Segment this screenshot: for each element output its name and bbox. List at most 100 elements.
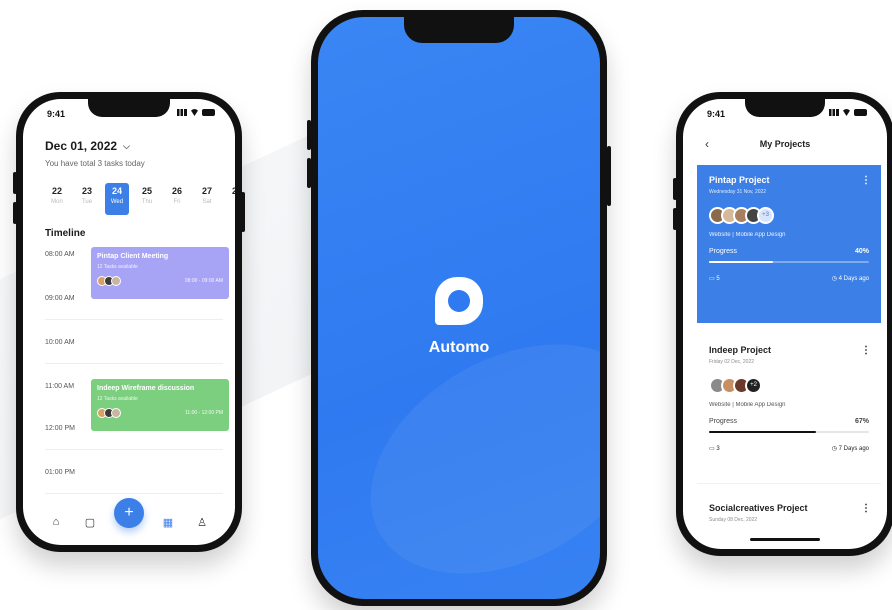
day-25[interactable]: 25 Thu bbox=[135, 183, 159, 215]
splash-phone: Automo bbox=[307, 10, 611, 606]
progress-label: Progress bbox=[709, 418, 738, 425]
signal-icon bbox=[177, 109, 187, 116]
home-icon[interactable]: ⌂ bbox=[46, 516, 66, 528]
comment-count: 5 bbox=[716, 276, 720, 282]
volume-button bbox=[13, 172, 17, 194]
extra-members-count: +3 bbox=[757, 207, 774, 224]
comments: ▭ 3 bbox=[709, 445, 720, 452]
add-task-button[interactable]: + bbox=[114, 498, 144, 528]
event-card[interactable]: Pintap Client Meeting 12 Tasks available… bbox=[91, 247, 229, 299]
day-24-selected[interactable]: 24 Wed bbox=[105, 183, 129, 215]
calendar-header: Dec 01, 2022 ⌵ You have total 3 tasks to… bbox=[45, 139, 145, 168]
event-title: Indeep Wireframe discussion bbox=[97, 385, 195, 392]
attendee-avatars bbox=[97, 408, 121, 418]
day-27[interactable]: 27 Sat bbox=[195, 183, 219, 215]
bottom-nav: ⌂ ▢ + ▦ ♙ bbox=[23, 498, 235, 545]
battery-icon bbox=[854, 109, 867, 116]
status-icons bbox=[177, 109, 215, 116]
status-time: 9:41 bbox=[707, 109, 726, 119]
timeline-divider bbox=[45, 493, 223, 494]
progress-fill bbox=[709, 431, 817, 433]
time-label: 08:00 AM bbox=[45, 251, 75, 258]
date-selector[interactable]: Dec 01, 2022 ⌵ bbox=[45, 139, 145, 153]
project-category: Website | Mobile App Design bbox=[709, 232, 786, 238]
time-label: 11:00 AM bbox=[45, 383, 75, 390]
wifi-icon bbox=[842, 109, 851, 116]
page-title: My Projects bbox=[759, 139, 811, 149]
project-card[interactable]: Indeep Project Friday 02 Dec, 2022 ⋮ +2 … bbox=[697, 335, 881, 462]
event-time: 08:00 - 09:00 AM bbox=[184, 278, 223, 284]
progress-bar bbox=[709, 261, 869, 263]
projects-screen: 9:41 ‹ My Projects Pintap Project Wednes… bbox=[683, 99, 887, 549]
timeline-title: Timeline bbox=[45, 228, 86, 239]
status-time: 9:41 bbox=[47, 109, 66, 119]
time-label: 12:00 PM bbox=[45, 425, 75, 432]
event-subtitle: 12 Tasks available bbox=[97, 396, 138, 402]
task-count-text: You have total 3 tasks today bbox=[45, 159, 145, 168]
notch bbox=[745, 99, 825, 117]
more-options-icon[interactable]: ⋮ bbox=[861, 345, 871, 356]
clock-icon: ◷ bbox=[831, 276, 837, 282]
member-avatars: +3 bbox=[709, 207, 869, 224]
time-label: 09:00 AM bbox=[45, 295, 75, 302]
week-strip: 22Mon 23Tue 24Wed 25Thu 26Fri 27Sat 28 bbox=[45, 183, 235, 215]
notch bbox=[88, 99, 170, 117]
project-date: Friday 02 Dec, 2022 bbox=[709, 359, 755, 365]
time-label: 01:00 PM bbox=[45, 469, 75, 476]
project-category: Website | Mobile App Design bbox=[709, 402, 786, 408]
time-ago-text: 7 Days ago bbox=[838, 446, 869, 452]
profile-icon[interactable]: ♙ bbox=[192, 516, 212, 529]
event-time: 11:00 - 12:00 PM bbox=[185, 410, 223, 416]
current-date: Dec 01, 2022 bbox=[45, 139, 118, 153]
chevron-down-icon[interactable]: ⌵ bbox=[123, 141, 130, 152]
time-label: 10:00 AM bbox=[45, 339, 75, 346]
more-options-icon[interactable]: ⋮ bbox=[861, 503, 871, 514]
calendar-phone: 9:41 Dec 01, 2022 ⌵ You have total 3 tas… bbox=[13, 92, 245, 552]
project-name: Pintap Project bbox=[709, 175, 770, 185]
tasks-icon[interactable]: ▢ bbox=[80, 516, 100, 529]
day-28[interactable]: 28 bbox=[225, 183, 235, 215]
comment-count: 3 bbox=[716, 446, 720, 452]
volume-button bbox=[673, 178, 677, 200]
project-date: Sunday 08 Dec, 2022 bbox=[709, 517, 758, 523]
attendee-avatars bbox=[97, 276, 121, 286]
signal-icon bbox=[829, 109, 839, 116]
logo-hole bbox=[448, 290, 470, 312]
home-indicator bbox=[750, 538, 820, 541]
progress-label: Progress bbox=[709, 248, 738, 255]
comments: ▭ 5 bbox=[709, 275, 720, 282]
timeline-divider bbox=[45, 449, 223, 450]
event-subtitle: 12 Tasks available bbox=[97, 264, 138, 270]
timeline-divider bbox=[45, 319, 223, 320]
project-card[interactable]: Socialcreatives Project Sunday 08 Dec, 2… bbox=[697, 493, 881, 533]
app-name: Automo bbox=[428, 339, 490, 356]
power-button bbox=[607, 146, 611, 206]
project-date: Wednesday 31 Nov, 2022 bbox=[709, 189, 767, 195]
status-icons bbox=[829, 109, 867, 116]
comment-icon: ▭ bbox=[709, 446, 715, 452]
progress-bar bbox=[709, 431, 869, 433]
event-title: Pintap Client Meeting bbox=[97, 253, 169, 260]
avatar bbox=[111, 276, 121, 286]
event-card[interactable]: Indeep Wireframe discussion 12 Tasks ava… bbox=[91, 379, 229, 431]
clock-icon: ◷ bbox=[831, 446, 837, 452]
volume-button bbox=[13, 202, 17, 224]
volume-button bbox=[307, 158, 311, 188]
member-avatars: +2 bbox=[709, 377, 869, 394]
day-22[interactable]: 22 Mon bbox=[45, 183, 69, 215]
day-26[interactable]: 26 Fri bbox=[165, 183, 189, 215]
project-card-highlighted[interactable]: Pintap Project Wednesday 31 Nov, 2022 ⋮ … bbox=[697, 165, 881, 323]
day-23[interactable]: 23 Tue bbox=[75, 183, 99, 215]
time-ago-text: 4 Days ago bbox=[838, 276, 869, 282]
app-logo-icon bbox=[435, 277, 483, 325]
power-button bbox=[241, 192, 245, 232]
comment-icon: ▭ bbox=[709, 276, 715, 282]
avatar bbox=[111, 408, 121, 418]
more-options-icon[interactable]: ⋮ bbox=[861, 175, 871, 186]
volume-button bbox=[307, 120, 311, 150]
volume-button bbox=[673, 208, 677, 230]
projects-phone: 9:41 ‹ My Projects Pintap Project Wednes… bbox=[673, 92, 892, 556]
calendar-screen: 9:41 Dec 01, 2022 ⌵ You have total 3 tas… bbox=[23, 99, 235, 545]
calendar-icon[interactable]: ▦ bbox=[158, 516, 178, 529]
timeline-divider bbox=[45, 363, 223, 364]
